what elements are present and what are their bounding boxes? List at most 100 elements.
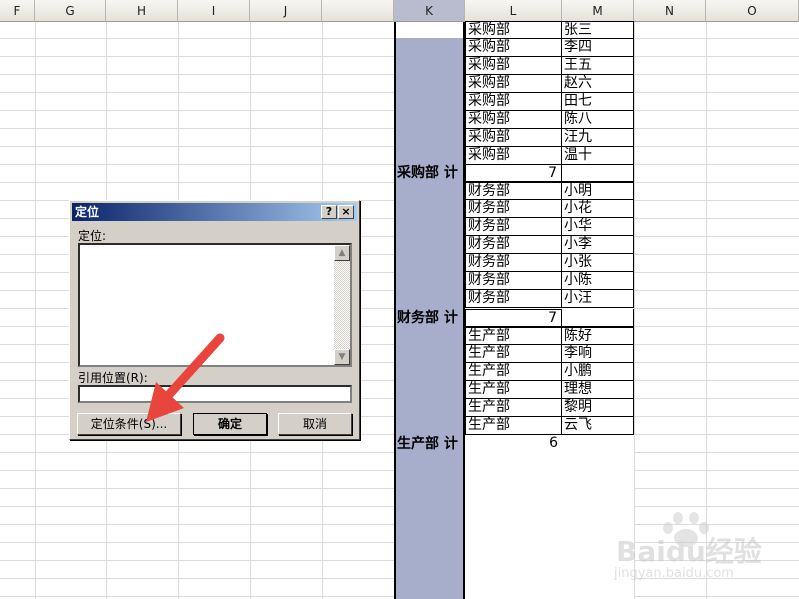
employee-name-cell[interactable]: 李四 (562, 39, 634, 57)
column-header-m[interactable]: M (562, 0, 634, 22)
department-cell[interactable]: 财务部 (465, 218, 562, 236)
goto-label: 定位: (78, 229, 107, 243)
department-cell[interactable]: 采购部 (465, 147, 562, 165)
employee-name-cell[interactable]: 小李 (562, 236, 634, 254)
column-header-j[interactable]: J (250, 0, 322, 22)
purchasing-subtotal-empty[interactable] (561, 164, 634, 182)
grid-line-horizontal (634, 380, 799, 381)
department-cell[interactable]: 财务部 (465, 272, 562, 290)
grid-line-horizontal (634, 146, 799, 147)
department-cell[interactable]: 财务部 (465, 200, 562, 218)
grid-line-horizontal (0, 488, 394, 489)
close-icon[interactable]: × (338, 205, 354, 219)
employee-name-cell[interactable]: 小陈 (562, 272, 634, 290)
production-subtotal-count[interactable]: 6 (465, 435, 562, 453)
active-cell[interactable] (396, 22, 463, 38)
department-cell[interactable]: 采购部 (465, 75, 562, 93)
department-cell[interactable]: 财务部 (465, 236, 562, 254)
reference-label: 引用位置(R): (78, 371, 148, 385)
column-header-spacer (322, 0, 394, 22)
grid-line-horizontal (0, 182, 394, 183)
grid-line-vertical (35, 22, 36, 599)
column-header-o[interactable]: O (706, 0, 799, 22)
production-subtotal-label[interactable]: 生产部 计 (397, 435, 467, 453)
employee-name-cell[interactable]: 小明 (562, 182, 634, 200)
department-cell[interactable]: 财务部 (465, 290, 562, 308)
employee-name-cell[interactable]: 田七 (562, 93, 634, 111)
purchasing-subtotal-label[interactable]: 采购部 计 (397, 164, 467, 182)
grid-line-horizontal (0, 92, 394, 93)
employee-name-cell[interactable]: 理想 (562, 381, 634, 399)
grid-line-horizontal (0, 146, 394, 147)
grid-line-horizontal (634, 470, 799, 471)
cancel-button[interactable]: 取消 (278, 413, 352, 435)
employee-name-cell[interactable]: 温十 (562, 147, 634, 165)
grid-line-horizontal (0, 110, 394, 111)
column-header-i[interactable]: I (178, 0, 250, 22)
grid-line-horizontal (0, 74, 394, 75)
help-icon[interactable]: ? (321, 205, 337, 219)
employee-name-cell[interactable]: 陈好 (562, 327, 634, 345)
scroll-up-icon[interactable]: ▲ (334, 245, 350, 261)
grid-line-horizontal (0, 38, 394, 39)
column-header-g[interactable]: G (35, 0, 106, 22)
department-cell[interactable]: 采购部 (465, 129, 562, 147)
employee-name-cell[interactable]: 小张 (562, 254, 634, 272)
grid-line-horizontal (0, 578, 394, 579)
column-header-k[interactable]: K (394, 0, 465, 22)
finance-subtotal-label[interactable]: 财务部 计 (397, 309, 467, 327)
department-cell[interactable]: 生产部 (465, 417, 562, 435)
grid-line-horizontal (634, 128, 799, 129)
column-header-h[interactable]: H (106, 0, 178, 22)
watermark-url: jingyan.baidu.com (614, 566, 734, 581)
grid-line-horizontal (634, 236, 799, 237)
employee-name-cell[interactable]: 小鹏 (562, 363, 634, 381)
grid-line-horizontal (634, 416, 799, 417)
department-cell[interactable]: 采购部 (465, 57, 562, 75)
baidu-watermark: Baidu经验 jingyan.baidu.com (586, 510, 786, 590)
department-cell[interactable]: 生产部 (465, 381, 562, 399)
department-cell[interactable]: 采购部 (465, 39, 562, 57)
grid-line-horizontal (0, 524, 394, 525)
finance-subtotal-empty[interactable] (561, 309, 634, 327)
department-cell[interactable]: 财务部 (465, 254, 562, 272)
grid-line-horizontal (0, 560, 394, 561)
scroll-down-icon[interactable]: ▼ (334, 349, 350, 365)
department-cell[interactable]: 采购部 (465, 111, 562, 129)
department-cell[interactable]: 生产部 (465, 363, 562, 381)
grid-line-horizontal (634, 254, 799, 255)
employee-name-cell[interactable]: 汪九 (562, 129, 634, 147)
department-cell[interactable]: 采购部 (465, 93, 562, 111)
employee-name-cell[interactable]: 云飞 (562, 417, 634, 435)
employee-name-cell[interactable]: 王五 (562, 57, 634, 75)
column-header-n[interactable]: N (634, 0, 706, 22)
grid-line-horizontal (634, 38, 799, 39)
employee-name-cell[interactable]: 小华 (562, 218, 634, 236)
employee-name-cell[interactable]: 黎明 (562, 399, 634, 417)
grid-line-horizontal (634, 452, 799, 453)
grid-line-horizontal (634, 92, 799, 93)
grid-line-horizontal (0, 542, 394, 543)
department-cell[interactable]: 生产部 (465, 399, 562, 417)
column-header-f[interactable]: F (0, 0, 35, 22)
finance-subtotal-count[interactable]: 7 (465, 309, 562, 327)
employee-name-cell[interactable]: 小汪 (562, 290, 634, 308)
purchasing-subtotal-count[interactable]: 7 (465, 164, 562, 182)
grid-line-horizontal (0, 164, 394, 165)
employee-name-cell[interactable]: 李响 (562, 345, 634, 363)
employee-name-cell[interactable]: 赵六 (562, 75, 634, 93)
employee-name-cell[interactable]: 张三 (562, 21, 634, 39)
department-cell[interactable]: 财务部 (465, 182, 562, 200)
department-cell[interactable]: 生产部 (465, 345, 562, 363)
dialog-title-bar[interactable]: 定位 ? × (72, 203, 357, 221)
employee-name-cell[interactable]: 小花 (562, 200, 634, 218)
employee-name-cell[interactable]: 陈八 (562, 111, 634, 129)
department-cell[interactable]: 采购部 (465, 21, 562, 39)
department-cell[interactable]: 生产部 (465, 327, 562, 345)
column-header-l[interactable]: L (465, 0, 562, 22)
grid-line-horizontal (634, 434, 799, 435)
grid-line-horizontal (0, 452, 394, 453)
list-scrollbar[interactable]: ▲ ▼ (334, 245, 350, 365)
grid-line-horizontal (634, 110, 799, 111)
grid-line-horizontal (634, 56, 799, 57)
